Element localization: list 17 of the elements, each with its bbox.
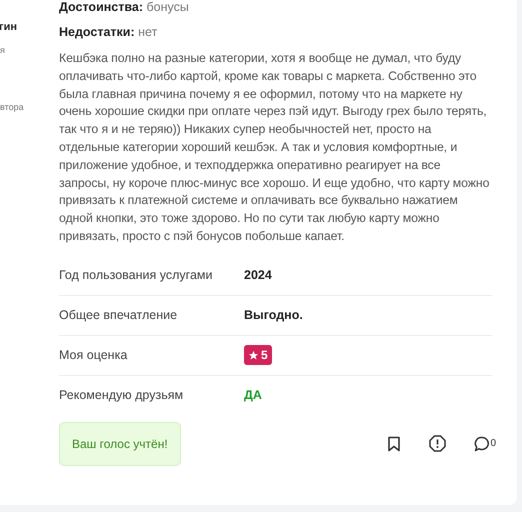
pros-text: Достоинства: бонусы [59, 0, 190, 15]
detail-label: Общее впечатление [59, 306, 178, 324]
review-text: Кешбэка полно на разные категории, хотя я вообще не думал, что буду оплачивать что-либо картой, кроме как товары с маркета. Собственно это была главная причина почему я ее оформил, потому что на маркете ну очень хорошие скидки при оплате через пэй идут. Выгоду грех было терять, так что я и не теряю)) Никаких супер необычностей нет, просто на отдельные категории хороший кешбэк. А так и условия комфортные, и приложение удобное, и техподдержка оперативно реагирует на все запросы, ну короче плюс-минус все хорошо. И еще удобно, что карту можно привязать к платежной системе и оплачивать все буквально нажатием одной кнопки, это тоже здорово. Но по сути так любую карту можно привязать, просто с пэй бонусов побольше капает. [59, 50, 490, 245]
vote-message: Ваш голос учтён! [59, 422, 181, 466]
detail-value: ДА [244, 387, 262, 404]
detail-label: Год пользования услугами [59, 266, 214, 284]
author-status: я [0, 44, 6, 56]
bookmark-icon[interactable] [387, 435, 402, 452]
detail-label: Рекомендую друзьям [59, 387, 184, 404]
cons-text: Недостатки: нет [59, 25, 158, 40]
detail-label: Моя оценка [59, 346, 128, 364]
author-note: втора [0, 101, 25, 114]
rating-badge: 5 [244, 345, 272, 366]
report-icon[interactable] [429, 435, 446, 452]
detail-value: Выгодно. [244, 306, 303, 324]
author-name: гин [0, 20, 18, 35]
detail-value: 2024 [244, 266, 272, 284]
